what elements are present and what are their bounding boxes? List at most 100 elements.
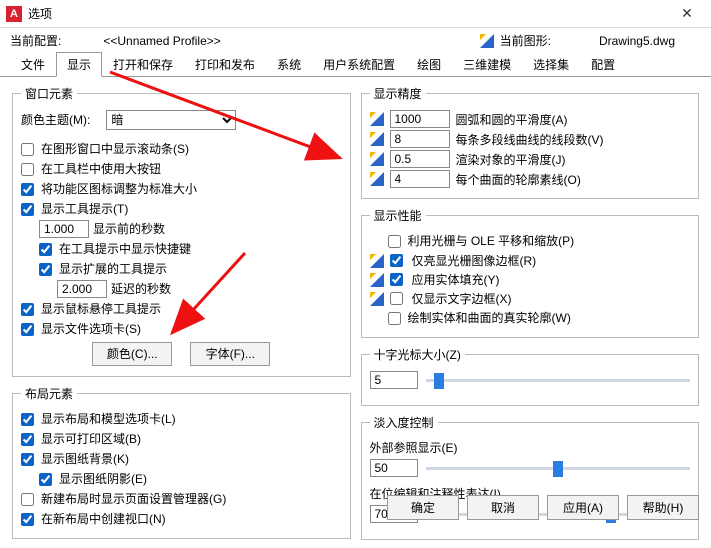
- slider-thumb[interactable]: [553, 461, 563, 477]
- lbl-surf: 每个曲面的轮廓素线(O): [456, 171, 581, 188]
- cb-solid-fill[interactable]: [390, 273, 403, 286]
- color-theme-select[interactable]: 暗: [106, 110, 236, 130]
- tab-open-save[interactable]: 打开和保存: [102, 52, 184, 77]
- cb-paper-bg[interactable]: [21, 453, 34, 466]
- legend-display-precision: 显示精度: [370, 85, 426, 102]
- lbl-scrollbar: 在图形窗口中显示滚动条(S): [41, 140, 189, 158]
- cb-page-setup[interactable]: [21, 493, 34, 506]
- drawing-name: Drawing5.dwg: [599, 34, 675, 48]
- cb-scrollbar[interactable]: [21, 143, 34, 156]
- group-display-performance: 显示性能 利用光栅与 OLE 平移和缩放(P) 仅亮显光栅图像边框(R) 应用实…: [361, 207, 700, 338]
- profile-name: <<Unnamed Profile>>: [103, 34, 220, 48]
- cb-printable[interactable]: [21, 433, 34, 446]
- lbl-create-viewport: 在新布局中创建视口(N): [41, 510, 166, 528]
- lbl-rend: 渲染对象的平滑度(J): [456, 151, 566, 168]
- current-config-label: 当前配置:: [10, 32, 61, 49]
- lbl-paper-shadow: 显示图纸阴影(E): [59, 470, 147, 488]
- window-title: 选项: [28, 5, 669, 22]
- cb-highlight-frame[interactable]: [390, 254, 403, 267]
- cb-shortcut-in-tip[interactable]: [39, 243, 52, 256]
- lbl-file-tabs: 显示文件选项卡(S): [41, 320, 141, 338]
- cb-extended-tip[interactable]: [39, 263, 52, 276]
- tab-user-prefs[interactable]: 用户系统配置: [312, 52, 406, 77]
- cb-ole-pan[interactable]: [388, 235, 401, 248]
- lbl-extended-tip: 显示扩展的工具提示: [59, 260, 167, 278]
- tab-3d-modeling[interactable]: 三维建模: [452, 52, 522, 77]
- group-layout-elements: 布局元素 显示布局和模型选项卡(L) 显示可打印区域(B) 显示图纸背景(K) …: [12, 385, 351, 539]
- tabs: 文件 显示 打开和保存 打印和发布 系统 用户系统配置 绘图 三维建模 选择集 …: [0, 51, 711, 77]
- lbl-seg: 每条多段线曲线的线段数(V): [456, 131, 604, 148]
- apply-button[interactable]: 应用(A): [547, 495, 619, 520]
- cb-hover-tip[interactable]: [21, 303, 34, 316]
- lbl-tooltip-delay: 延迟的秒数: [111, 280, 171, 298]
- cancel-button[interactable]: 取消: [467, 495, 539, 520]
- lbl-page-setup: 新建布局时显示页面设置管理器(G): [41, 490, 226, 508]
- group-display-precision: 显示精度 圆弧和圆的平滑度(A) 每条多段线曲线的线段数(V) 渲染对象的平滑度…: [361, 85, 700, 199]
- cb-file-tabs[interactable]: [21, 323, 34, 336]
- lbl-hover-tip: 显示鼠标悬停工具提示: [41, 300, 161, 318]
- close-button[interactable]: ✕: [669, 3, 705, 25]
- colors-button[interactable]: 颜色(C)...: [92, 342, 172, 366]
- tab-system[interactable]: 系统: [266, 52, 312, 77]
- tab-display[interactable]: 显示: [56, 52, 102, 77]
- legend-fade: 淡入度控制: [370, 414, 438, 431]
- arc-smoothness-input[interactable]: [390, 110, 450, 128]
- cb-paper-shadow[interactable]: [39, 473, 52, 486]
- tab-file[interactable]: 文件: [10, 52, 56, 77]
- drawing-icon: [370, 254, 384, 268]
- crosshair-slider[interactable]: [426, 379, 691, 382]
- lbl-layout-tabs: 显示布局和模型选项卡(L): [41, 410, 176, 428]
- lbl-big-buttons: 在工具栏中使用大按钮: [41, 160, 161, 178]
- group-crosshair: 十字光标大小(Z): [361, 346, 700, 406]
- tab-profiles[interactable]: 配置: [580, 52, 626, 77]
- current-drawing-label: 当前图形:: [500, 32, 551, 49]
- dialog-buttons: 确定 取消 应用(A) 帮助(H): [387, 495, 699, 520]
- drawing-icon: [370, 172, 384, 186]
- lbl-arc: 圆弧和圆的平滑度(A): [456, 111, 568, 128]
- legend-window-elements: 窗口元素: [21, 85, 77, 102]
- lbl-shortcut-in-tip: 在工具提示中显示快捷键: [59, 240, 191, 258]
- legend-crosshair: 十字光标大小(Z): [370, 346, 465, 363]
- lbl-highlight-frame: 仅亮显光栅图像边框(R): [412, 252, 537, 269]
- drawing-icon: [370, 292, 384, 306]
- tab-print-publish[interactable]: 打印和发布: [184, 52, 266, 77]
- cb-text-frame[interactable]: [390, 292, 403, 305]
- crosshair-size-input[interactable]: [370, 371, 418, 389]
- tooltip-seconds-input[interactable]: [39, 220, 89, 238]
- fonts-button[interactable]: 字体(F)...: [190, 342, 270, 366]
- cb-tooltips[interactable]: [21, 203, 34, 216]
- lbl-solid-fill: 应用实体填充(Y): [412, 271, 500, 288]
- polyline-segments-input[interactable]: [390, 130, 450, 148]
- lbl-tooltips: 显示工具提示(T): [41, 200, 128, 218]
- cb-ribbon-standard[interactable]: [21, 183, 34, 196]
- xref-fade-input[interactable]: [370, 459, 418, 477]
- tab-selection[interactable]: 选择集: [522, 52, 580, 77]
- cb-true-silhouette[interactable]: [388, 312, 401, 325]
- lbl-paper-bg: 显示图纸背景(K): [41, 450, 129, 468]
- legend-display-performance: 显示性能: [370, 207, 426, 224]
- lbl-xref-fade: 外部参照显示(E): [370, 439, 458, 457]
- group-window-elements: 窗口元素 颜色主题(M): 暗 在图形窗口中显示滚动条(S) 在工具栏中使用大按…: [12, 85, 351, 377]
- cb-big-buttons[interactable]: [21, 163, 34, 176]
- tooltip-delay-input[interactable]: [57, 280, 107, 298]
- cb-create-viewport[interactable]: [21, 513, 34, 526]
- help-button[interactable]: 帮助(H): [627, 495, 699, 520]
- drawing-icon: [370, 152, 384, 166]
- tab-drafting[interactable]: 绘图: [406, 52, 452, 77]
- render-smoothness-input[interactable]: [390, 150, 450, 168]
- slider-thumb[interactable]: [434, 373, 444, 389]
- drawing-icon: [370, 132, 384, 146]
- lbl-true-silhouette: 绘制实体和曲面的真实轮廓(W): [408, 309, 571, 327]
- drawing-icon: [370, 112, 384, 126]
- surface-contour-input[interactable]: [390, 170, 450, 188]
- xref-fade-slider[interactable]: [426, 467, 691, 470]
- color-theme-label: 颜色主题(M):: [21, 111, 90, 129]
- drawing-icon: [370, 273, 384, 287]
- lbl-ole-pan: 利用光栅与 OLE 平移和缩放(P): [408, 232, 575, 250]
- cb-layout-tabs[interactable]: [21, 413, 34, 426]
- drawing-icon: [480, 34, 494, 48]
- app-logo-icon: A: [6, 6, 22, 22]
- ok-button[interactable]: 确定: [387, 495, 459, 520]
- group-fade: 淡入度控制 外部参照显示(E) 在位编辑和注释性表达(I): [361, 414, 700, 540]
- titlebar: A 选项 ✕: [0, 0, 711, 28]
